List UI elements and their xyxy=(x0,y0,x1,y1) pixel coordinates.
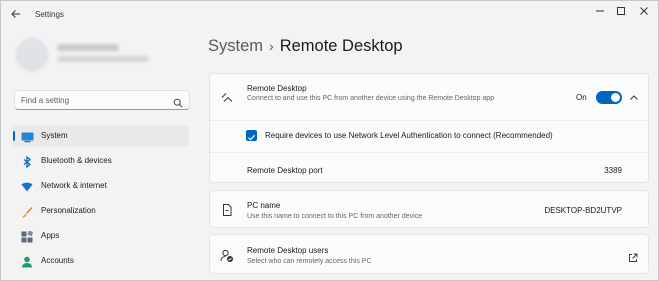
breadcrumb: System › Remote Desktop xyxy=(208,37,403,56)
apps-icon xyxy=(21,230,34,243)
chevron-up-icon[interactable] xyxy=(628,91,640,103)
pc-name-description: Use this name to connect to this PC from… xyxy=(247,213,423,220)
sidebar-item-accounts[interactable]: Accounts xyxy=(13,250,189,272)
sidebar-item-label: Apps xyxy=(41,231,60,240)
maximize-icon[interactable] xyxy=(614,6,628,20)
remote-desktop-title: Remote Desktop xyxy=(247,84,307,93)
breadcrumb-separator: › xyxy=(269,38,274,54)
sidebar-item-label: Network & internet xyxy=(41,181,107,190)
profile-email-blurred xyxy=(57,56,149,62)
avatar[interactable] xyxy=(15,38,49,72)
breadcrumb-parent[interactable]: System xyxy=(208,37,263,55)
sidebar-item-network[interactable]: Network & internet xyxy=(13,175,189,197)
toggle-knob xyxy=(611,93,620,102)
sidebar-item-label: Accounts xyxy=(41,256,74,265)
system-icon xyxy=(21,130,34,143)
port-value: 3389 xyxy=(604,166,622,175)
nla-label[interactable]: Require devices to use Network Level Aut… xyxy=(265,131,553,140)
brush-icon xyxy=(21,205,33,218)
nla-checkbox[interactable] xyxy=(246,130,257,141)
back-arrow-icon[interactable] xyxy=(9,8,23,22)
app-title: Settings xyxy=(35,10,64,19)
sidebar-item-apps[interactable]: Apps xyxy=(13,225,189,247)
open-external-icon[interactable] xyxy=(628,250,638,262)
pc-name-value: DESKTOP-BD2UTVP xyxy=(544,206,622,215)
remote-desktop-description: Connect to and use this PC from another … xyxy=(247,95,495,102)
sidebar-item-personalization[interactable]: Personalization xyxy=(13,200,189,222)
pc-name-icon xyxy=(220,203,234,217)
person-icon xyxy=(21,255,33,268)
pc-name-card: PC name Use this name to connect to this… xyxy=(209,190,649,228)
close-icon[interactable] xyxy=(637,6,651,20)
bluetooth-icon xyxy=(21,155,33,169)
remote-desktop-header[interactable]: Remote Desktop Connect to and use this P… xyxy=(210,74,648,120)
toggle-state-label: On xyxy=(576,93,587,102)
search-icon[interactable] xyxy=(173,95,183,108)
selection-indicator xyxy=(13,131,15,141)
users-description: Select who can remotely access this PC xyxy=(247,258,372,265)
remote-desktop-card: Remote Desktop Connect to and use this P… xyxy=(209,73,649,183)
divider xyxy=(210,120,648,121)
remote-desktop-icon xyxy=(220,90,234,104)
title-bar: Settings xyxy=(1,1,658,31)
users-icon xyxy=(220,249,234,263)
port-label: Remote Desktop port xyxy=(247,166,323,175)
divider xyxy=(210,152,648,153)
settings-window: Settings System Bluetooth & devices xyxy=(0,0,659,281)
sidebar-item-label: Personalization xyxy=(41,206,96,215)
profile-name-blurred xyxy=(57,44,119,51)
pc-name-title: PC name xyxy=(247,201,281,210)
sidebar-item-system[interactable]: System xyxy=(13,125,189,147)
remote-desktop-toggle[interactable] xyxy=(596,91,622,104)
page-title: Remote Desktop xyxy=(279,37,403,55)
search-box[interactable] xyxy=(14,90,190,110)
minimize-icon[interactable] xyxy=(593,6,607,20)
sidebar-item-bluetooth[interactable]: Bluetooth & devices xyxy=(13,150,189,172)
remote-desktop-users-card[interactable]: Remote Desktop users Select who can remo… xyxy=(209,234,649,274)
sidebar-item-label: System xyxy=(41,131,68,140)
users-title: Remote Desktop users xyxy=(247,246,329,255)
search-input[interactable] xyxy=(21,93,171,107)
network-icon xyxy=(21,180,33,192)
sidebar-item-label: Bluetooth & devices xyxy=(41,156,112,165)
nla-row: Require devices to use Network Level Aut… xyxy=(210,130,648,144)
